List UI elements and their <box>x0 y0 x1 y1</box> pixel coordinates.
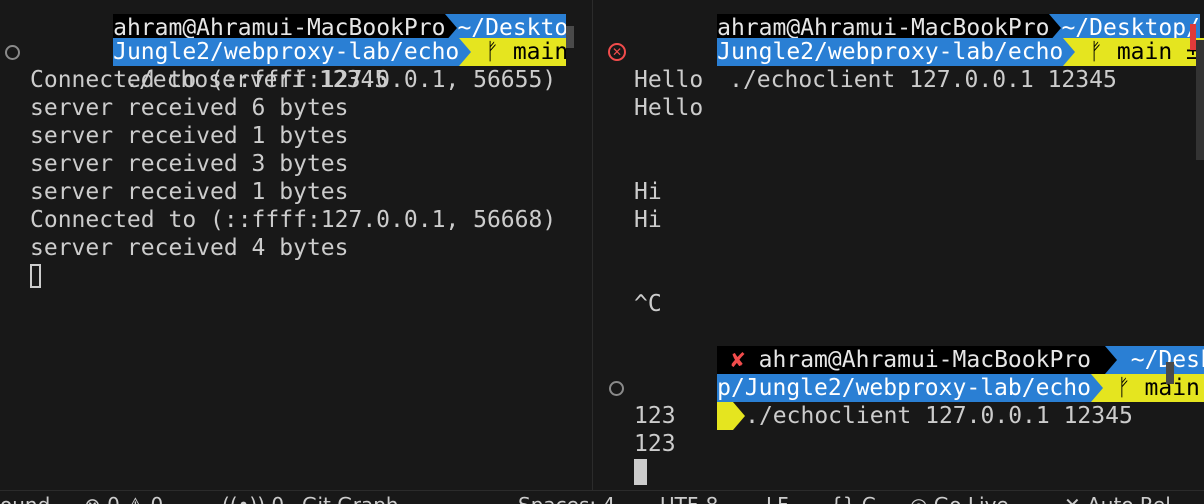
go-live-button[interactable]: ◎ Go Live <box>910 491 1009 504</box>
prompt-line-error: ✘ ahram@Ahramui-MacBookPro ~/Deskto <box>634 318 1204 374</box>
output-line: server received 1 bytes <box>30 179 349 205</box>
prompt-line-path: p/Jungle2/webproxy-lab/echo ᚠ main ± <box>634 346 1204 402</box>
output-line: Connected to (::ffff:127.0.0.1, 56655) <box>30 67 557 93</box>
command-text: ./echoclient 127.0.0.1 12345 <box>745 403 1133 429</box>
output-line: Connected to (::ffff:127.0.0.1, 56668) <box>30 207 557 233</box>
problems-indicator[interactable]: ⊗ 0 ⚠ 0 <box>84 491 163 504</box>
prompt-line-path: Jungle2/webproxy-lab/echo ᚠ main ± <box>30 10 566 66</box>
indentation-button[interactable]: Spaces: 4 <box>518 491 615 504</box>
prompt-line-path: Jungle2/webproxy-lab/echo ᚠ main ± <box>634 10 1204 66</box>
ports-indicator[interactable]: ((•)) 0 <box>222 491 284 504</box>
output-line: 123 <box>634 403 676 429</box>
output-line: server received 6 bytes <box>30 95 349 121</box>
command-line: ./echoserveri 12345 <box>30 38 388 94</box>
git-branch-label: main ± <box>512 39 566 65</box>
output-line: server received 1 bytes <box>30 123 349 149</box>
git-branch-icon: ᚠ <box>485 39 499 65</box>
status-item[interactable]: ound <box>0 491 50 504</box>
command-line: ./echoclient 127.0.0.1 12345 <box>634 374 1133 430</box>
terminal-pane-right[interactable]: ahram@Ahramui-MacBookPro ~/Desktop/ Jungl… <box>594 0 1204 490</box>
git-branch-segment: ᚠ main ± <box>471 38 566 66</box>
command-status-icon[interactable] <box>609 381 624 396</box>
pane-divider[interactable] <box>592 0 593 490</box>
git-branch-label: main ± <box>1144 375 1200 401</box>
encoding-button[interactable]: UTF-8 <box>660 491 718 504</box>
command-status-icon[interactable] <box>5 45 20 60</box>
command-line: ./echoclient 127.0.0.1 12345 <box>634 38 1117 93</box>
output-line: 123 <box>634 431 676 457</box>
scrollbar-track-right[interactable] <box>1196 40 1204 160</box>
output-line: Hi <box>634 179 662 205</box>
git-branch-label: main ± <box>1116 39 1200 65</box>
status-bar: ound ⊗ 0 ⚠ 0 ((•)) 0 Git Graph Spaces: 4… <box>0 490 1204 504</box>
output-line: Hello <box>634 67 704 93</box>
output-line: Hi <box>634 207 662 233</box>
scrollbar-thumb-left[interactable] <box>566 26 574 48</box>
terminal-window: ahram@Ahramui-MacBookPro~/Desktop/ Jungl… <box>0 0 1204 504</box>
auto-reload-button[interactable]: ✕ Auto Rel <box>1064 491 1171 504</box>
terminal-cursor <box>634 459 647 485</box>
command-text: ./echoclient 127.0.0.1 12345 <box>729 67 1117 93</box>
output-line: server received 3 bytes <box>30 151 349 177</box>
output-line: server received 4 bytes <box>30 235 349 261</box>
terminal-cursor <box>30 264 41 288</box>
output-line: ^C <box>634 291 662 317</box>
terminal-pane-left[interactable]: ahram@Ahramui-MacBookPro~/Desktop/ Jungl… <box>0 0 566 490</box>
command-error-icon[interactable]: ✕ <box>608 43 626 61</box>
line-ending-button[interactable]: LF <box>766 491 789 504</box>
output-line: Hello <box>634 95 704 121</box>
scrollbar-thumb-right[interactable] <box>1166 362 1174 384</box>
prompt-arrow-icon <box>733 402 746 430</box>
language-mode-button[interactable]: {} C <box>830 491 876 504</box>
git-graph-button[interactable]: Git Graph <box>302 491 399 504</box>
